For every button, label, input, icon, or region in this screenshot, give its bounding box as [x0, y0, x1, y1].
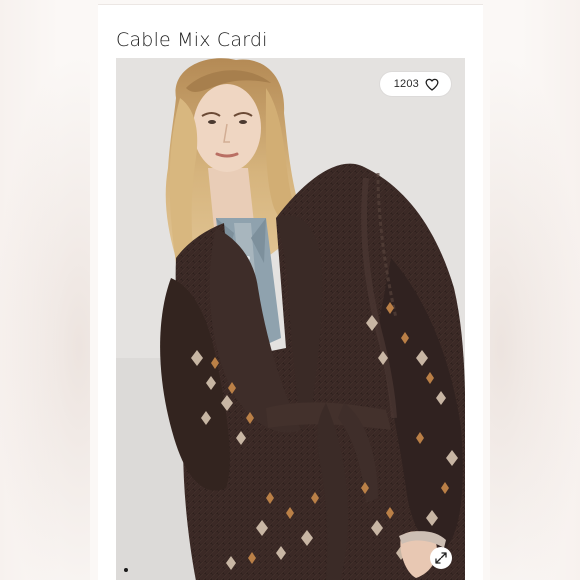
background-right — [490, 0, 580, 580]
like-count: 1203 — [393, 78, 419, 90]
background-left — [0, 0, 90, 580]
page: Cable Mix Cardi 1203 — [0, 0, 580, 580]
carousel-dot-indicator[interactable] — [124, 568, 128, 572]
product-photo[interactable]: 1203 — [116, 58, 465, 580]
product-title: Cable Mix Cardi — [116, 29, 268, 51]
product-card: Cable Mix Cardi 1203 — [98, 4, 483, 580]
heart-outline-icon — [425, 78, 439, 91]
expand-image-button[interactable] — [430, 547, 452, 569]
model-illustration — [116, 58, 465, 580]
like-button[interactable]: 1203 — [379, 72, 451, 96]
expand-arrows-icon — [435, 552, 447, 564]
